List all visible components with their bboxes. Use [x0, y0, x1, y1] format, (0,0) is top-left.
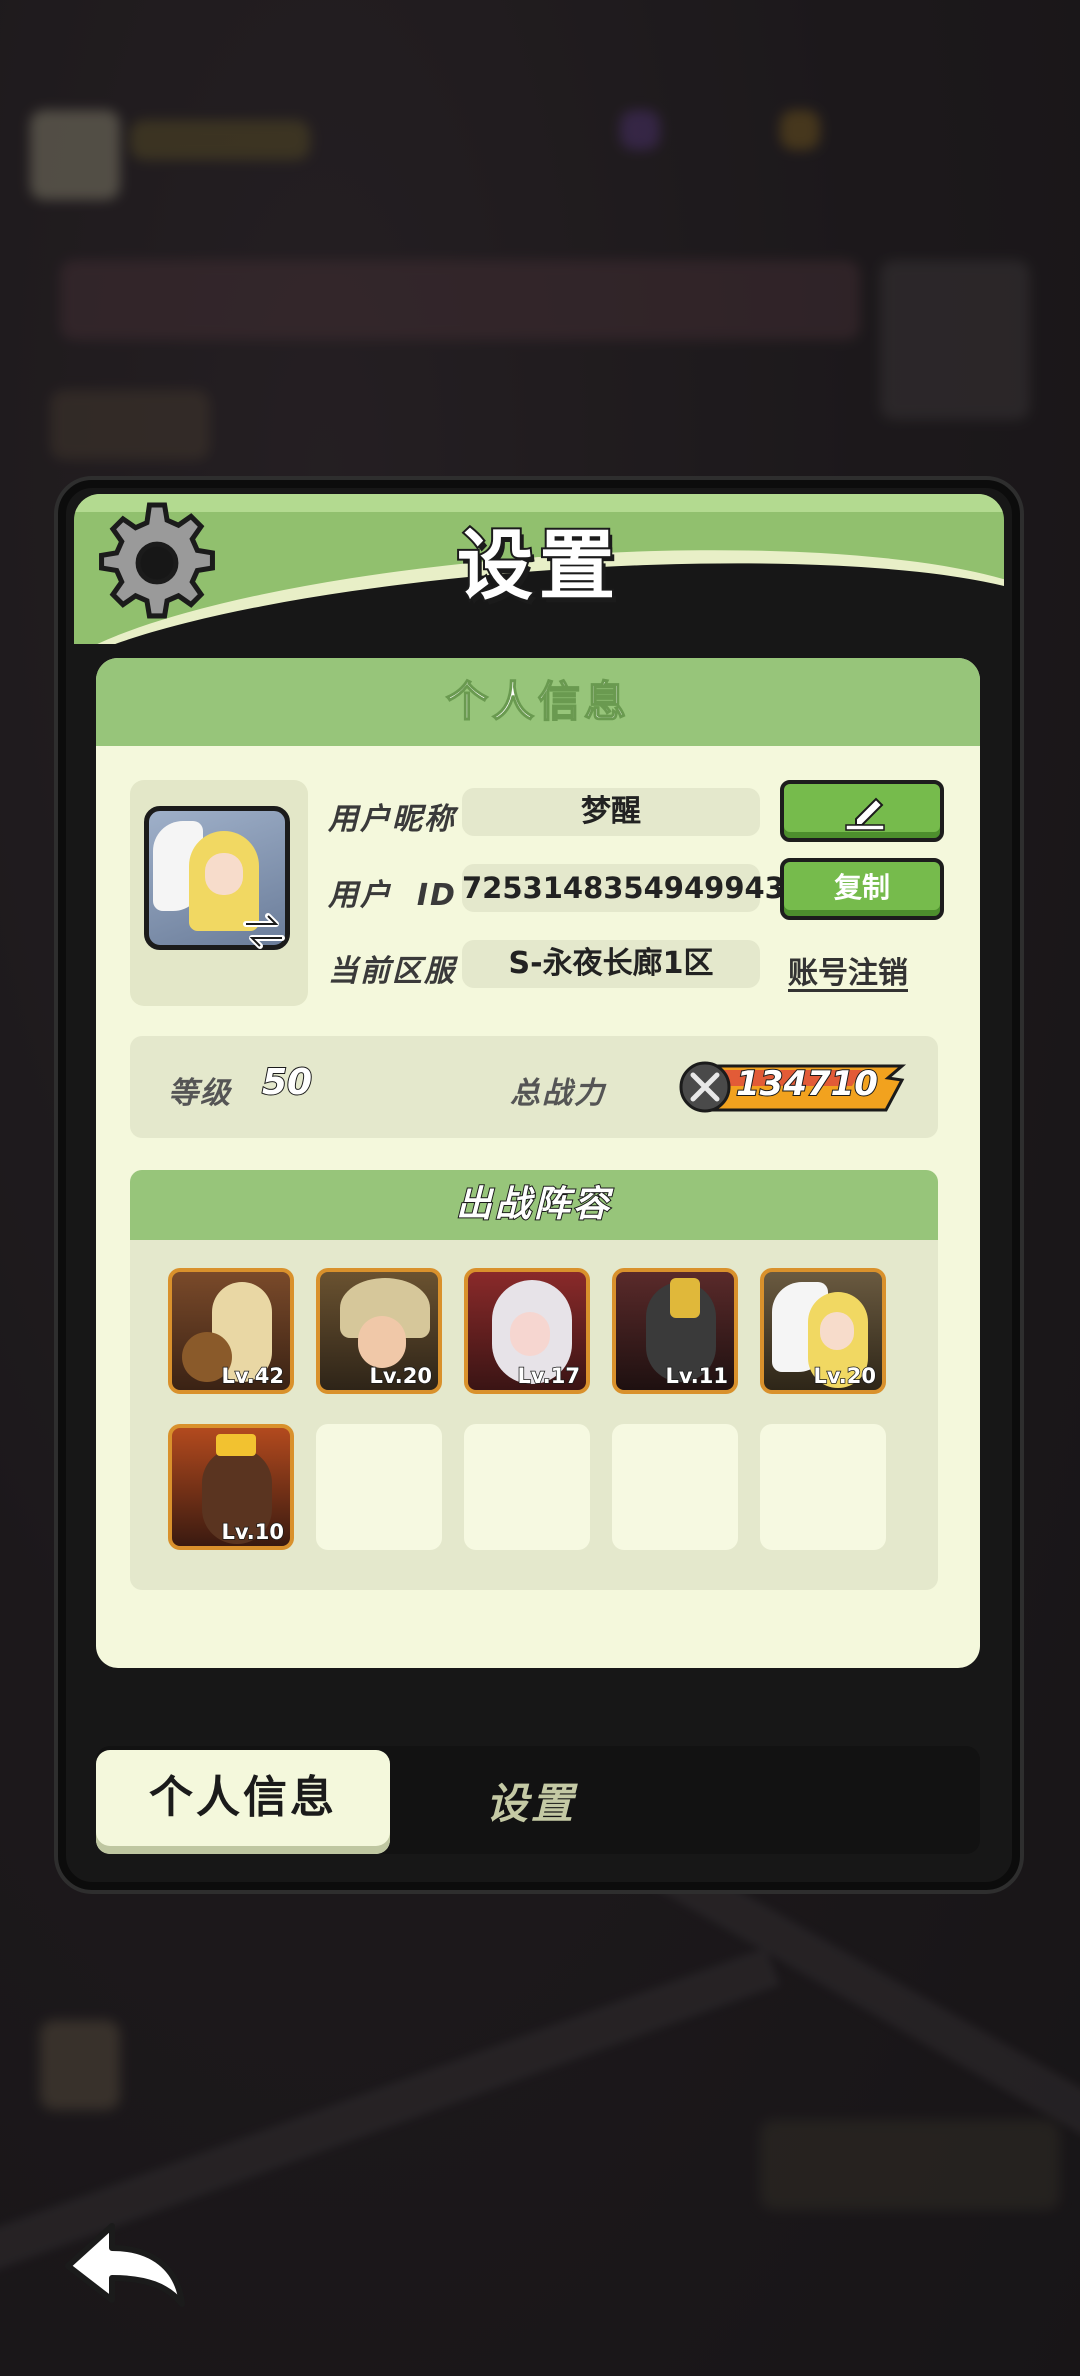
power-value: 134710 — [735, 1063, 879, 1105]
hero-level: Lv.11 — [665, 1363, 729, 1389]
hero-slot[interactable]: Lv.20 — [316, 1268, 442, 1394]
hero-level: Lv.20 — [813, 1363, 877, 1389]
user-id-label: 用户 ID — [328, 878, 457, 913]
avatar-card — [130, 780, 308, 1006]
empty-slot[interactable] — [612, 1424, 738, 1550]
swap-avatar-icon[interactable] — [240, 910, 288, 952]
hero-level: Lv.20 — [369, 1363, 433, 1389]
empty-slot[interactable] — [760, 1424, 886, 1550]
empty-slot[interactable] — [316, 1424, 442, 1550]
nickname-field: 梦醒 — [462, 788, 760, 836]
back-arrow-icon[interactable] — [60, 2214, 190, 2314]
hero-slot[interactable]: Lv.11 — [612, 1268, 738, 1394]
settings-dialog: 设置 个人信息 用户昵称 梦醒 用户 ID 72531483549499434 … — [58, 480, 1020, 1890]
hero-level: Lv.10 — [221, 1519, 285, 1545]
nickname-label: 用户昵称 — [328, 802, 456, 837]
hero-level: Lv.17 — [517, 1363, 581, 1389]
level-label: 等级 — [168, 1076, 232, 1111]
dialog-title: 设置 — [455, 519, 621, 612]
hero-slot[interactable]: Lv.20 — [760, 1268, 886, 1394]
power-label: 总战力 — [510, 1076, 606, 1111]
hero-slot[interactable]: Lv.10 — [168, 1424, 294, 1550]
server-field: S-永夜长廊1区 — [462, 940, 760, 988]
hero-slot[interactable]: Lv.42 — [168, 1268, 294, 1394]
tab-profile[interactable]: 个人信息 — [96, 1750, 390, 1854]
stats-bar: 等级 50 总战力 134710 — [130, 1036, 938, 1138]
team-lineup: 出战阵容 Lv.42 Lv.20 Lv.17 Lv.11 Lv.20 Lv.10 — [130, 1170, 938, 1590]
profile-section-title: 个人信息 — [96, 658, 980, 746]
hero-slot[interactable]: Lv.17 — [464, 1268, 590, 1394]
tab-bar: 个人信息 设置 — [96, 1746, 980, 1854]
profile-panel: 个人信息 用户昵称 梦醒 用户 ID 72531483549499434 复制 … — [96, 658, 980, 1668]
level-value: 50 — [261, 1061, 313, 1104]
server-label: 当前区服 — [328, 954, 456, 989]
cancel-account-link[interactable]: 账号注销 — [788, 948, 908, 992]
empty-slot[interactable] — [464, 1424, 590, 1550]
edit-nickname-button[interactable] — [780, 780, 944, 842]
hero-level: Lv.42 — [221, 1363, 285, 1389]
copy-id-button[interactable]: 复制 — [780, 858, 944, 920]
user-id-field: 72531483549499434 — [462, 864, 805, 912]
pencil-icon — [845, 797, 885, 831]
team-title: 出战阵容 — [130, 1170, 938, 1240]
tab-settings[interactable]: 设置 — [486, 1770, 576, 1831]
